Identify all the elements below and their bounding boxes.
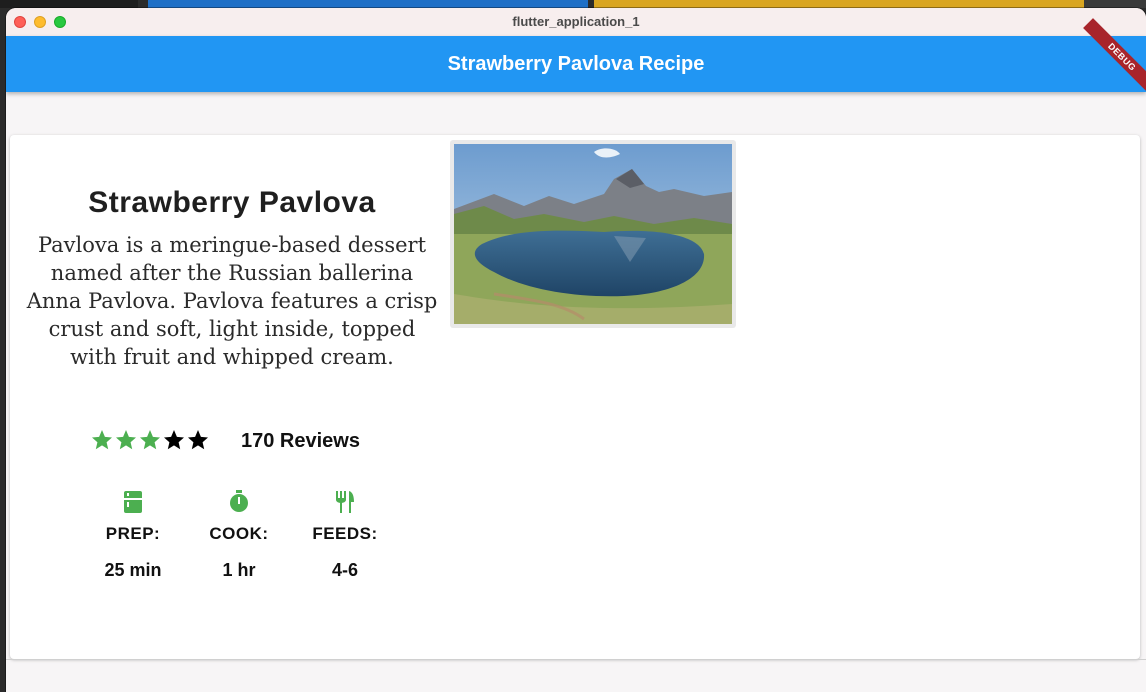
- reviews-count: 170 Reviews: [241, 430, 360, 452]
- desktop-background: [0, 0, 138, 8]
- feeds-label: FEEDS:: [312, 524, 378, 543]
- window-titlebar[interactable]: flutter_application_1: [6, 8, 1146, 37]
- desktop-background: [1084, 0, 1146, 8]
- info-prep: PREP: 25 min: [83, 490, 183, 581]
- cook-value: 1 hr: [222, 560, 256, 580]
- star-filled-icon: [140, 430, 160, 450]
- restaurant-icon: [336, 491, 354, 513]
- recipe-title: Strawberry Pavlova: [88, 186, 376, 219]
- desktop-background-window: [594, 0, 1084, 8]
- recipe-image-frame: [450, 140, 736, 328]
- recipe-text-column: Strawberry Pavlova Pavlova is a meringue…: [26, 181, 438, 371]
- info-feeds: FEEDS: 4-6: [295, 490, 395, 581]
- star-filled-icon: [92, 430, 112, 450]
- window-title: flutter_application_1: [512, 14, 640, 29]
- star-empty-icon: [164, 430, 184, 450]
- recipe-card: Strawberry Pavlova Pavlova is a meringue…: [10, 135, 1140, 659]
- recipe-description: Pavlova is a meringue-based dessert name…: [26, 233, 438, 369]
- feeds-value: 4-6: [331, 560, 358, 580]
- desktop-background-window: [148, 0, 588, 8]
- app-bar-title: Strawberry Pavlova Recipe: [447, 53, 705, 75]
- divider: [6, 659, 1146, 660]
- info-cook: COOK: 1 hr: [189, 490, 289, 581]
- recipe-image: [454, 144, 732, 324]
- app-window: flutter_application_1 Strawberry Pavlova…: [6, 8, 1146, 692]
- star-filled-icon: [116, 430, 136, 450]
- timer-icon: [230, 490, 248, 512]
- app-bar: Strawberry Pavlova Recipe DEBUG: [6, 18, 1146, 96]
- star-empty-icon: [188, 430, 208, 450]
- star-rating: [90, 428, 210, 457]
- kitchen-icon: [124, 491, 142, 513]
- prep-label: PREP:: [105, 524, 161, 543]
- rating-row: 170 Reviews: [90, 428, 390, 458]
- prep-value: 25 min: [104, 560, 162, 580]
- cook-label: COOK:: [209, 524, 269, 543]
